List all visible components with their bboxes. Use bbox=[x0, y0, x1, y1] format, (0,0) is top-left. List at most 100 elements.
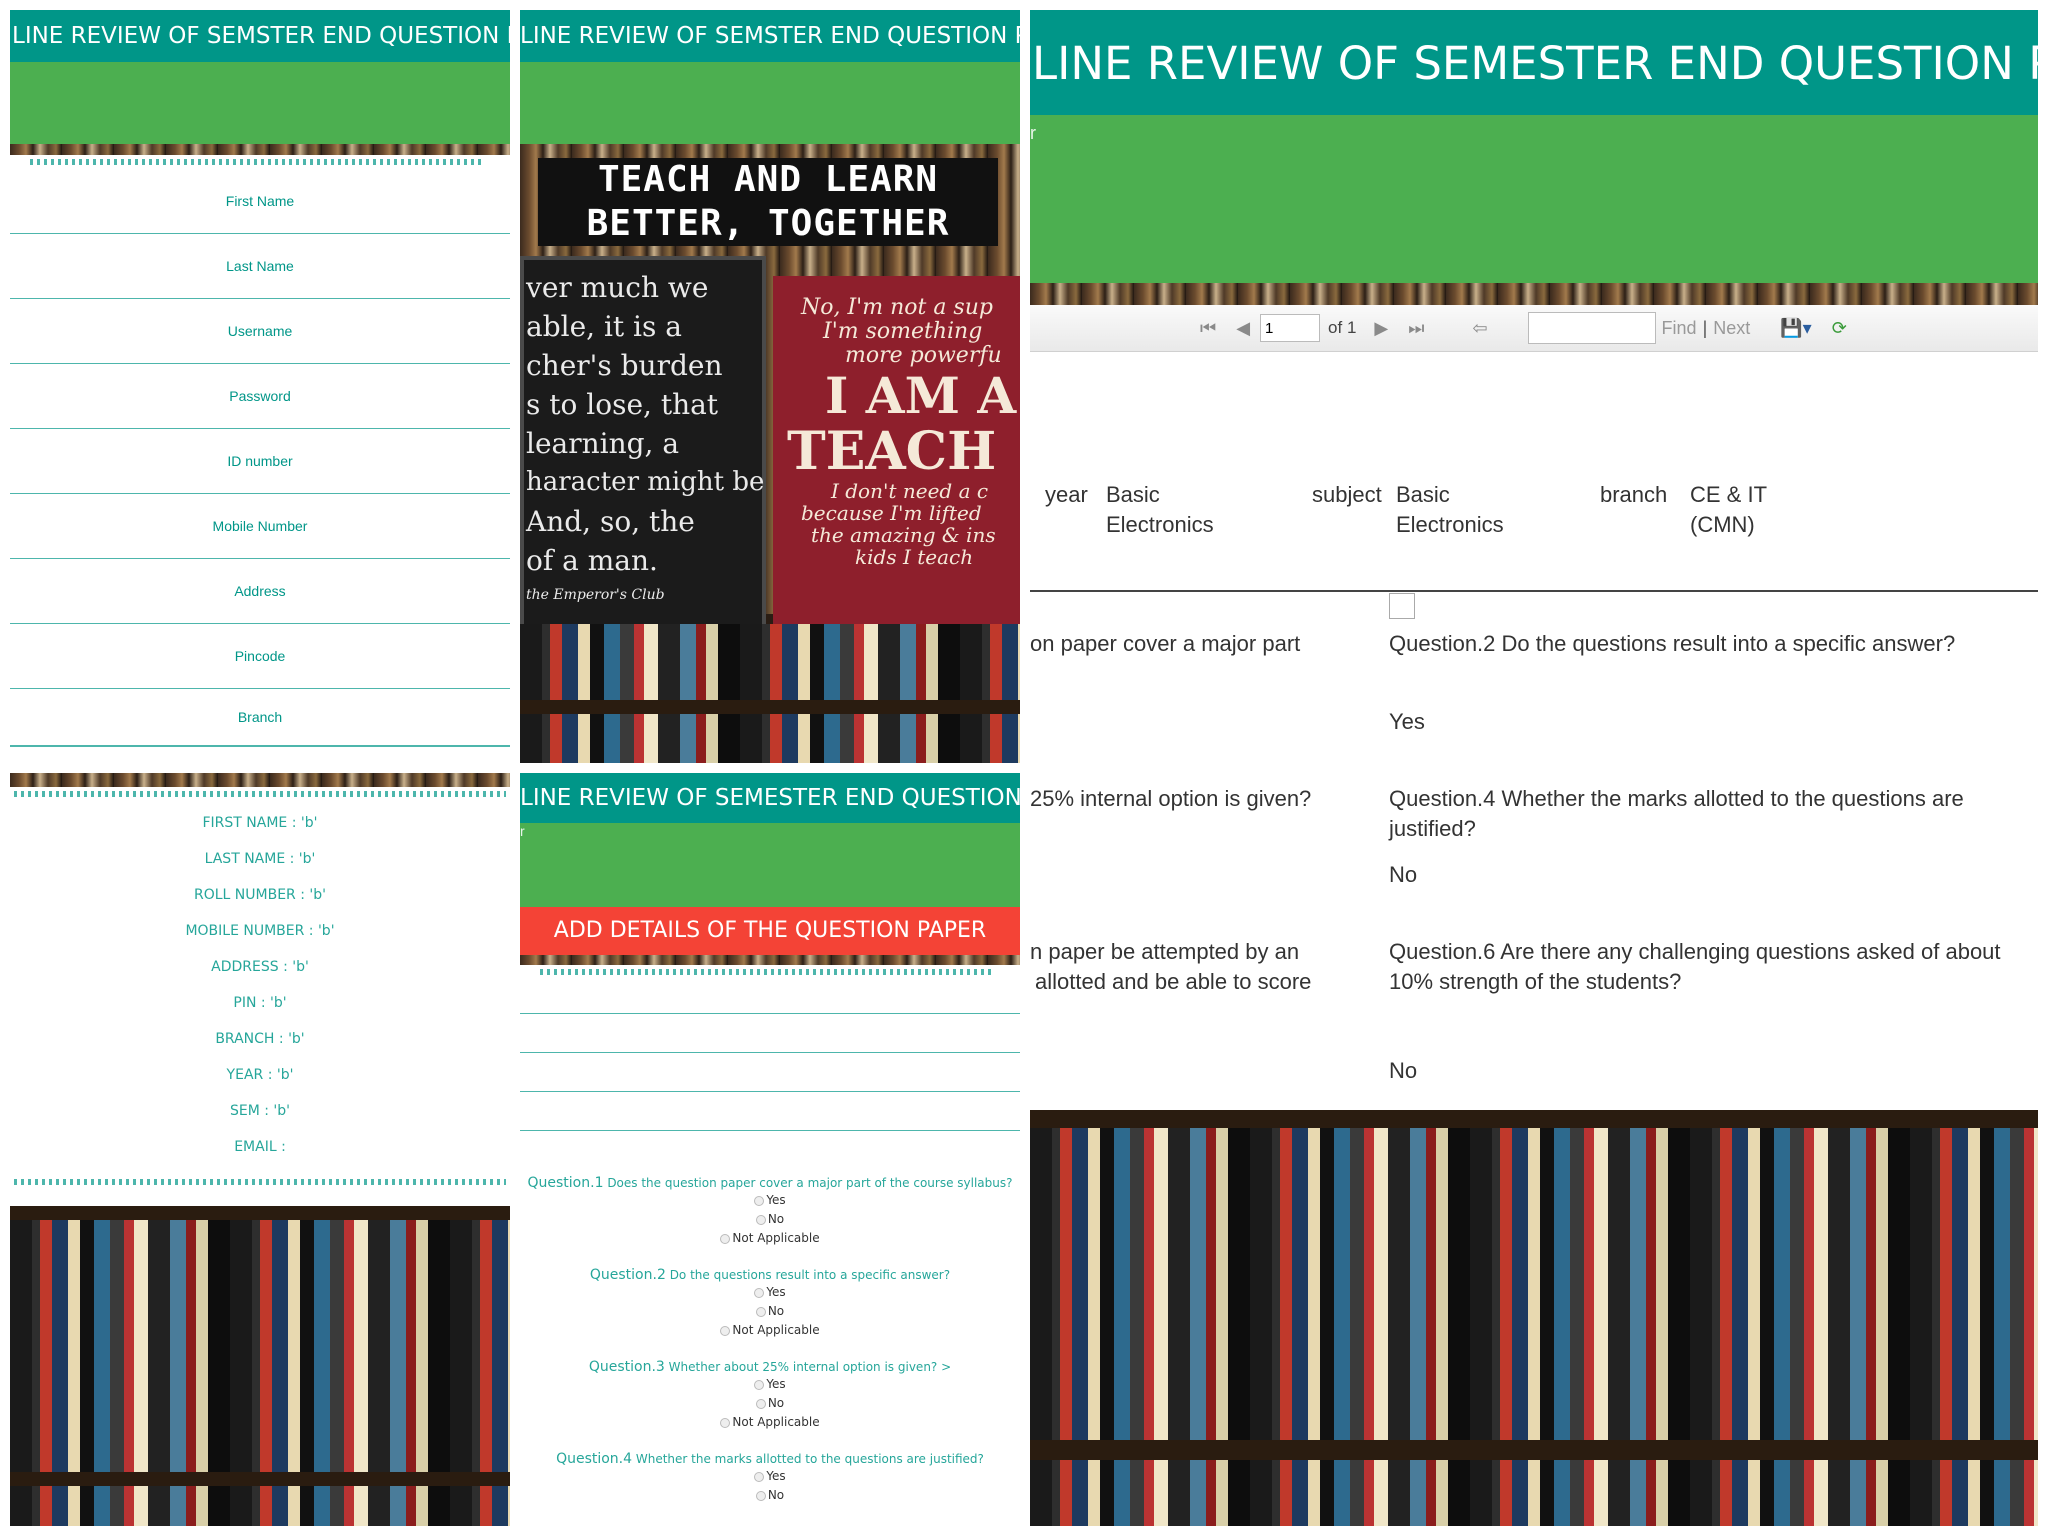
report-toolbar: ⏮ ◀ of 1 ▶ ⏭ ⇦ Find | Next 💾▾ ⟳ bbox=[1030, 305, 2038, 352]
next-link[interactable]: Next bbox=[1713, 318, 1750, 339]
radio-button[interactable] bbox=[720, 1233, 731, 1244]
detail-input-1[interactable] bbox=[520, 975, 1020, 1014]
question-4-answer: No bbox=[1389, 862, 1418, 887]
header-green-band bbox=[10, 62, 510, 144]
mobile-number-field[interactable]: Mobile Number bbox=[10, 494, 510, 559]
find-input[interactable] bbox=[1527, 312, 1656, 344]
radio-button[interactable] bbox=[755, 1398, 766, 1409]
radio-button[interactable] bbox=[754, 1195, 765, 1206]
app-title: LINE REVIEW OF SEMSTER END QUESTION PAPE… bbox=[520, 23, 1020, 49]
radio-button[interactable] bbox=[720, 1325, 731, 1336]
question-block: Question.1 Does the question paper cover… bbox=[520, 1175, 1020, 1267]
first-name-info: FIRST NAME : 'b' bbox=[202, 815, 318, 831]
profile-details: FIRST NAME : 'b' LAST NAME : 'b' ROLL NU… bbox=[10, 805, 510, 1165]
pincode-field[interactable]: Pincode bbox=[10, 624, 510, 689]
header-green-band bbox=[520, 62, 1020, 144]
branch-field[interactable]: Branch bbox=[10, 689, 510, 747]
password-field[interactable]: Password bbox=[10, 364, 510, 429]
answer-checkbox[interactable] bbox=[1389, 593, 1415, 619]
radio-button[interactable] bbox=[754, 1379, 765, 1390]
question-2-answer: Yes bbox=[1389, 709, 1425, 734]
radio-button[interactable] bbox=[755, 1306, 766, 1317]
header-green-band: r bbox=[520, 823, 1020, 907]
option-not-applicable[interactable]: Not Applicable bbox=[520, 1321, 1020, 1340]
app-title: LINE REVIEW OF SEMESTER END QUESTION PAP… bbox=[520, 785, 1020, 811]
detail-input-3[interactable] bbox=[520, 1053, 1020, 1092]
i-am-a-teacher-poster: No, I'm not a sup I'm something more pow… bbox=[773, 276, 1020, 624]
radio-button[interactable] bbox=[754, 1287, 765, 1298]
registration-panel: LINE REVIEW OF SEMSTER END QUESTION PAPE… bbox=[10, 10, 510, 755]
header-green-band: r bbox=[1030, 115, 2038, 283]
branch-info: BRANCH : 'b' bbox=[215, 1031, 305, 1047]
year-info: YEAR : 'b' bbox=[226, 1067, 294, 1083]
radio-button[interactable] bbox=[720, 1417, 731, 1428]
back-icon[interactable]: ⇦ bbox=[1472, 318, 1487, 339]
detail-input-2[interactable] bbox=[520, 1014, 1020, 1053]
export-save-icon[interactable]: 💾▾ bbox=[1780, 318, 1811, 339]
bookshelf-image bbox=[520, 624, 1020, 763]
radio-button[interactable] bbox=[755, 1214, 766, 1225]
option-not-applicable[interactable]: Not Applicable bbox=[520, 1229, 1020, 1248]
question-text: Whether the marks allotted to the questi… bbox=[635, 1452, 984, 1466]
header-image-strip bbox=[10, 144, 510, 155]
roll-number-info: ROLL NUMBER : 'b' bbox=[194, 887, 326, 903]
last-name-field[interactable]: Last Name bbox=[10, 234, 510, 299]
year-label: year bbox=[1045, 482, 1088, 507]
id-number-field[interactable]: ID number bbox=[10, 429, 510, 494]
option-no[interactable]: No bbox=[520, 1210, 1020, 1229]
refresh-icon[interactable]: ⟳ bbox=[1832, 318, 1847, 339]
question-number: Question.3 bbox=[588, 1359, 665, 1375]
branch-value: CE & IT (CMN) bbox=[1690, 482, 1768, 537]
email-info: EMAIL : bbox=[234, 1139, 286, 1155]
prev-page-icon[interactable]: ◀ bbox=[1236, 318, 1250, 339]
sem-info: SEM : 'b' bbox=[229, 1103, 290, 1119]
first-page-icon[interactable]: ⏮ bbox=[1200, 318, 1216, 339]
shelf-board bbox=[1030, 1110, 2038, 1128]
shelf-board bbox=[520, 700, 1020, 714]
address-info: ADDRESS : 'b' bbox=[211, 959, 309, 975]
dotted-separator bbox=[30, 159, 485, 165]
question-number: Question.1 bbox=[527, 1175, 604, 1191]
last-name-info: LAST NAME : 'b' bbox=[204, 851, 316, 867]
bookshelf-image bbox=[1030, 1110, 2038, 1526]
app-title: LINE REVIEW OF SEMSTER END QUESTION PAPE… bbox=[12, 23, 510, 49]
username-field[interactable]: Username bbox=[10, 299, 510, 364]
question-3-fragment: 25% internal option is given? bbox=[1030, 786, 1312, 811]
app-title-bar: LINE REVIEW OF SEMESTER END QUESTION PAP… bbox=[1030, 10, 2038, 115]
radio-button[interactable] bbox=[755, 1490, 766, 1501]
option-no[interactable]: No bbox=[520, 1302, 1020, 1321]
question-1-fragment: on paper cover a major part bbox=[1030, 631, 1301, 656]
profile-panel: FIRST NAME : 'b' LAST NAME : 'b' ROLL NU… bbox=[10, 773, 510, 1526]
detail-input-4[interactable] bbox=[520, 1092, 1020, 1131]
shelf-board bbox=[10, 1206, 510, 1220]
option-yes[interactable]: Yes bbox=[520, 1191, 1020, 1210]
option-yes[interactable]: Yes bbox=[520, 1375, 1020, 1394]
page-number-input[interactable] bbox=[1260, 314, 1321, 342]
app-title: LINE REVIEW OF SEMESTER END QUESTION PAP… bbox=[1032, 37, 2038, 90]
app-title-bar: LINE REVIEW OF SEMESTER END QUESTION PAP… bbox=[520, 773, 1020, 823]
report-panel: LINE REVIEW OF SEMESTER END QUESTION PAP… bbox=[1030, 10, 2038, 1526]
question-text: Does the question paper cover a major pa… bbox=[607, 1176, 1013, 1190]
option-no[interactable]: No bbox=[520, 1486, 1020, 1505]
radio-button[interactable] bbox=[754, 1471, 765, 1482]
shelf-board bbox=[10, 1472, 510, 1486]
last-page-icon[interactable]: ⏭ bbox=[1408, 318, 1424, 339]
question-5-fragment: n paper be attempted by an allotted and … bbox=[1030, 939, 1312, 994]
find-link[interactable]: Find bbox=[1662, 318, 1697, 339]
header-image-strip bbox=[1030, 283, 2038, 305]
question-number: Question.4 bbox=[556, 1451, 633, 1467]
report-divider bbox=[1030, 590, 2038, 592]
option-yes[interactable]: Yes bbox=[520, 1283, 1020, 1302]
next-page-icon[interactable]: ▶ bbox=[1374, 318, 1388, 339]
option-no[interactable]: No bbox=[520, 1394, 1020, 1413]
app-title-bar: LINE REVIEW OF SEMSTER END QUESTION PAPE… bbox=[520, 10, 1020, 62]
pin-info: PIN : 'b' bbox=[233, 995, 287, 1011]
banner-image-strip bbox=[520, 955, 1020, 965]
address-field[interactable]: Address bbox=[10, 559, 510, 624]
profile-header-strip bbox=[10, 773, 510, 787]
option-not-applicable[interactable]: Not Applicable bbox=[520, 1413, 1020, 1432]
option-yes[interactable]: Yes bbox=[520, 1467, 1020, 1486]
question-6-text: Question.6 Are there any challenging que… bbox=[1389, 939, 2001, 994]
first-name-field[interactable]: First Name bbox=[10, 169, 510, 234]
chalkboard-quote-poster: ver much we able, it is a cher's burden … bbox=[520, 256, 766, 629]
